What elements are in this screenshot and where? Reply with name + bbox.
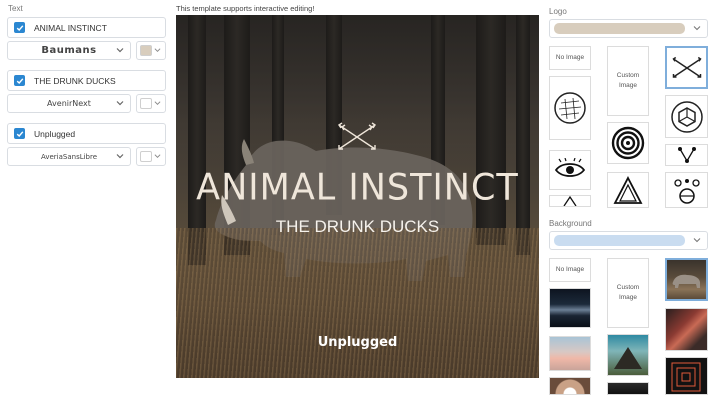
title-color-select[interactable] bbox=[136, 41, 166, 60]
background-mountain-night-photo[interactable] bbox=[549, 288, 591, 328]
subtitle-font-name: AvenirNext bbox=[47, 99, 91, 108]
chevron-down-icon bbox=[693, 26, 701, 31]
chevron-down-icon bbox=[154, 48, 161, 52]
logo-arrows-tile[interactable] bbox=[665, 46, 708, 89]
arrows-logo-icon bbox=[671, 56, 702, 78]
footer-color-swatch bbox=[140, 151, 152, 162]
subtitle-color-swatch bbox=[140, 98, 152, 109]
chevron-down-icon bbox=[154, 101, 161, 105]
arrows-emblem-icon bbox=[338, 122, 376, 150]
preview-footer[interactable]: Unplugged bbox=[176, 335, 539, 350]
logo-section-label: Logo bbox=[549, 7, 567, 16]
logo-eye-tile[interactable] bbox=[549, 150, 591, 190]
chevron-down-icon bbox=[154, 154, 161, 158]
background-custom-image-tile[interactable]: Custom Image bbox=[607, 258, 649, 328]
logo-custom-image-tile[interactable]: Custom Image bbox=[607, 46, 649, 116]
title-text-value: ANIMAL INSTINCT bbox=[34, 22, 107, 33]
custom-image-label: Custom Image bbox=[616, 72, 640, 89]
no-image-label: No Image bbox=[555, 266, 585, 274]
chevron-down-icon bbox=[116, 101, 124, 106]
logo-triangle-nodes-tile[interactable] bbox=[665, 144, 708, 166]
background-rhino-photo[interactable] bbox=[665, 258, 708, 301]
engraved-circle-logo-icon bbox=[554, 92, 586, 124]
chevron-down-icon bbox=[693, 238, 701, 243]
squares-thumbnail bbox=[671, 362, 701, 392]
footer-font-select[interactable]: AveriaSansLibre bbox=[7, 147, 131, 166]
text-section-label: Text bbox=[8, 4, 23, 13]
preview-subtitle[interactable]: THE DRUNK DUCKS bbox=[176, 217, 539, 237]
footer-color-select[interactable] bbox=[136, 147, 166, 166]
text-panel: Text ANIMAL INSTINCT Baumans THE DRUNK D… bbox=[0, 0, 170, 395]
background-neon-photo[interactable] bbox=[607, 382, 649, 395]
footer-visible-checkbox[interactable] bbox=[14, 128, 25, 139]
background-color-select[interactable] bbox=[549, 231, 708, 250]
interactive-editing-hint: This template supports interactive editi… bbox=[176, 4, 315, 13]
text-field-title[interactable]: ANIMAL INSTINCT bbox=[7, 17, 166, 38]
preview-canvas[interactable]: ANIMAL INSTINCT THE DRUNK DUCKS Unplugge… bbox=[176, 15, 539, 378]
background-dark-squares-photo[interactable] bbox=[665, 357, 708, 395]
subtitle-color-select[interactable] bbox=[136, 94, 166, 113]
text-field-subtitle[interactable]: THE DRUNK DUCKS bbox=[7, 70, 166, 91]
background-color-bar bbox=[554, 235, 685, 246]
background-pyramid-photo[interactable] bbox=[607, 334, 649, 376]
custom-image-label: Custom Image bbox=[616, 284, 640, 301]
logo-partial-tile[interactable] bbox=[549, 195, 591, 207]
check-icon bbox=[16, 77, 23, 84]
background-beach-photo[interactable] bbox=[549, 336, 591, 371]
text-field-footer[interactable]: Unplugged bbox=[7, 123, 166, 144]
triangle-nodes-logo-icon bbox=[677, 147, 696, 163]
preview-title[interactable]: ANIMAL INSTINCT bbox=[176, 167, 539, 209]
concentric-circles-logo-icon bbox=[611, 126, 645, 160]
planets-logo-icon bbox=[673, 179, 700, 204]
pyramid-thumbnail bbox=[614, 347, 642, 369]
chevron-down-icon bbox=[116, 48, 124, 53]
background-road-photo[interactable] bbox=[665, 308, 708, 351]
check-icon bbox=[16, 130, 23, 137]
logo-triangle-tile[interactable] bbox=[607, 172, 649, 208]
footer-font-name: AveriaSansLibre bbox=[40, 152, 98, 161]
logo-color-select[interactable] bbox=[549, 19, 708, 38]
hexagon-logo-icon bbox=[670, 100, 703, 133]
title-font-name: Baumans bbox=[41, 45, 97, 56]
background-no-image-tile[interactable]: No Image bbox=[549, 258, 591, 282]
logo-concentric-tile[interactable] bbox=[607, 122, 649, 164]
eye-logo-icon bbox=[554, 158, 586, 177]
title-color-swatch bbox=[140, 45, 152, 56]
subtitle-font-select[interactable]: AvenirNext bbox=[7, 94, 131, 113]
title-font-select[interactable]: Baumans bbox=[7, 41, 131, 60]
background-vinyl-photo[interactable] bbox=[549, 377, 591, 395]
logo-planets-tile[interactable] bbox=[665, 172, 708, 208]
subtitle-visible-checkbox[interactable] bbox=[14, 75, 25, 86]
title-visible-checkbox[interactable] bbox=[14, 22, 25, 33]
logo-engraved-circle-tile[interactable] bbox=[549, 76, 591, 140]
rhino-thumbnail bbox=[672, 274, 700, 288]
logo-no-image-tile[interactable]: No Image bbox=[549, 46, 591, 70]
check-icon bbox=[16, 24, 23, 31]
no-image-label: No Image bbox=[555, 54, 585, 62]
triangle-logo-icon bbox=[613, 176, 643, 204]
logo-color-bar bbox=[554, 23, 685, 34]
subtitle-text-value: THE DRUNK DUCKS bbox=[34, 75, 116, 86]
background-section-label: Background bbox=[549, 219, 592, 228]
footer-text-value: Unplugged bbox=[34, 128, 76, 139]
chevron-down-icon bbox=[116, 154, 124, 159]
logo-hexagon-tile[interactable] bbox=[665, 95, 708, 138]
grass-foreground bbox=[176, 228, 539, 378]
triangle-logo-icon bbox=[563, 196, 577, 206]
